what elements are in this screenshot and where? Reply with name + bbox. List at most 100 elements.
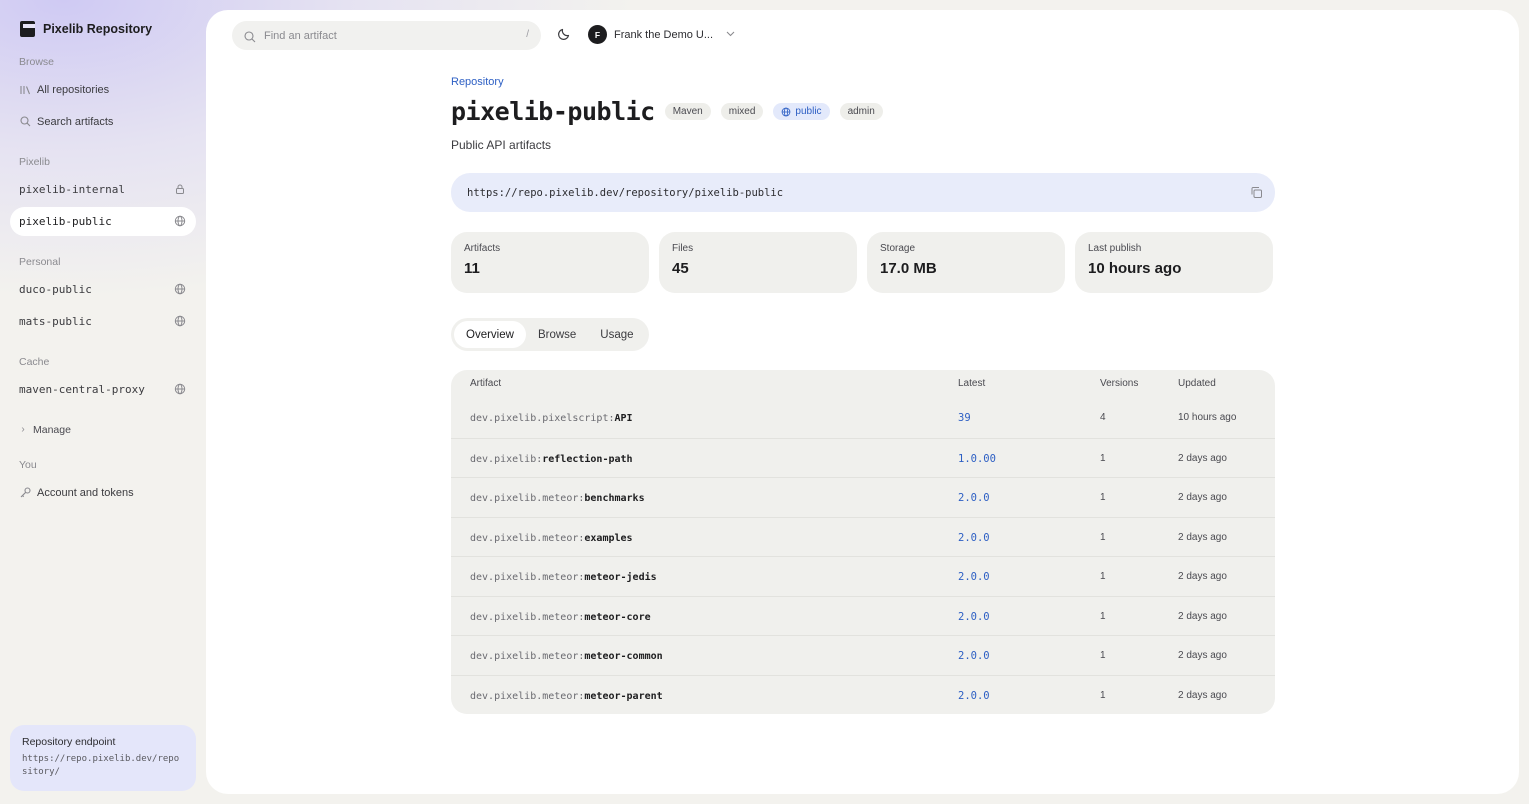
artifact-coordinate[interactable]: dev.pixelib.meteor:meteor-parent [470,690,663,702]
table-row[interactable]: dev.pixelib.meteor:meteor-jedis 2.0.0 1 2 d… [451,556,1275,596]
artifact-name: meteor-common [584,651,663,662]
column-header-updated[interactable]: Updated [1178,378,1216,389]
tab-bar: Overview Browse Usage [451,318,649,351]
versions-count: 1 [1100,689,1106,701]
versions-count: 1 [1100,492,1106,503]
theme-toggle-moon-icon[interactable] [557,27,573,43]
artifact-coordinate[interactable]: dev.pixelib.meteor:meteor-core [470,611,651,623]
artifacts-table: Artifact Latest Versions Updated dev.pix… [451,370,1275,714]
stat-label: Last publish [1088,243,1142,254]
stat-label: Storage [880,243,916,254]
latest-version-link[interactable]: 39 [958,412,971,424]
latest-version-link[interactable]: 2.0.0 [958,650,990,662]
sidebar-item-duco-public[interactable]: duco-public [10,275,196,304]
search-shortcut-hint: / [526,29,529,40]
sidebar-item-account-and-tokens[interactable]: Account and tokens [10,478,196,507]
visibility-label: public [795,106,822,117]
versions-count: 1 [1100,571,1106,582]
manage-toggle[interactable]: › Manage [10,415,196,444]
artifact-name: meteor-core [584,611,651,623]
section-label-personal: Personal [19,256,61,268]
table-row[interactable]: dev.pixelib.meteor:meteor-common 2.0.0 1 2 … [451,635,1275,675]
table-row[interactable]: dev.pixelib.pixelscript:API 39 4 10 hours a… [451,398,1275,438]
format-badge: Maven [664,103,711,120]
stat-value: 10 hours ago [1088,260,1182,277]
table-row[interactable]: dev.pixelib.meteor:meteor-parent 2.0.0 1 2 … [451,674,1275,715]
sidebar-item-label: maven-central-proxy [19,383,145,396]
artifact-coordinate[interactable]: dev.pixelib:reflection-path [470,453,633,465]
repository-logo-icon [20,21,35,37]
table-row[interactable]: dev.pixelib.meteor:benchmarks 2.0.0 1 2 day… [451,477,1275,517]
column-header-latest[interactable]: Latest [958,378,985,389]
artifact-group: dev.pixelib.meteor: [470,651,585,662]
latest-version-link[interactable]: 2.0.0 [958,532,990,544]
latest-version-link[interactable]: 1.0.00 [958,453,996,465]
search-input[interactable] [264,29,514,42]
sidebar-item-label: Manage [33,423,71,436]
sidebar-item-all-repositories[interactable]: All repositories [10,75,196,104]
latest-version-link[interactable]: 2.0.0 [958,611,990,623]
table-row[interactable]: dev.pixelib:reflection-path 1.0.00 1 2 days… [451,437,1275,478]
globe-icon [174,383,186,395]
section-label-browse: Browse [19,56,55,68]
sidebar-item-maven-central-proxy[interactable]: maven-central-proxy [10,375,196,404]
table-row[interactable]: dev.pixelib.meteor:examples 2.0.0 1 2 days … [451,516,1275,557]
artifact-group: dev.pixelib.meteor: [470,493,585,504]
tab-browse[interactable]: Browse [526,321,588,348]
brand[interactable]: Pixelib Repository [20,21,152,37]
repository-url-bar[interactable]: https://repo.pixelib.dev/repository/pixe… [451,173,1275,212]
artifact-coordinate[interactable]: dev.pixelib.meteor:meteor-jedis [470,571,657,583]
tab-overview[interactable]: Overview [454,321,526,348]
endpoint-title: Repository endpoint [22,736,116,748]
globe-icon [174,315,186,327]
versions-count: 1 [1100,650,1106,661]
sidebar-item-label: Account and tokens [37,486,134,499]
artifact-group: dev.pixelib.meteor: [470,572,585,583]
chevron-right-icon: › [21,424,25,435]
section-label-pixelib: Pixelib [19,156,50,168]
table-row[interactable]: dev.pixelib.meteor:meteor-core 2.0.0 1 2 da… [451,595,1275,636]
updated-time: 2 days ago [1178,571,1227,582]
versions-count: 4 [1100,412,1106,423]
breadcrumb[interactable]: Repository [451,76,504,88]
globe-icon [174,215,186,227]
user-name: Frank the Demo U... [614,28,714,41]
artifact-coordinate[interactable]: dev.pixelib.meteor:meteor-common [470,650,663,662]
role-badge: admin [839,103,883,120]
sidebar-item-label: pixelib-public [19,215,112,228]
user-menu[interactable]: F Frank the Demo U... [588,25,735,44]
sidebar-item-pixelib-public[interactable]: pixelib-public [10,207,196,236]
sidebar-item-search-artifacts[interactable]: Search artifacts [10,107,196,136]
search-bar[interactable]: / [232,21,541,50]
artifact-name: API [614,413,633,424]
artifact-group: dev.pixelib.meteor: [470,690,585,702]
repository-url[interactable]: https://repo.pixelib.dev/repository/pixe… [467,187,783,199]
updated-time: 2 days ago [1178,452,1227,464]
sidebar-item-label: pixelib-internal [19,183,125,196]
column-header-versions[interactable]: Versions [1100,378,1138,389]
artifact-group: dev.pixelib.meteor: [470,532,585,544]
endpoint-url[interactable]: https://repo.pixelib.dev/repository/ [22,753,184,779]
brand-title: Pixelib Repository [43,22,153,36]
copy-icon[interactable] [1250,186,1263,199]
mode-badge: mixed [720,103,764,120]
artifact-coordinate[interactable]: dev.pixelib.pixelscript:API [470,412,633,424]
page-title: pixelib-public [451,97,655,126]
repository-endpoint-card: Repository endpoint https://repo.pixelib… [10,725,196,791]
repository-description: Public API artifacts [451,138,552,152]
stat-last-publish: Last publish 10 hours ago [1075,232,1273,293]
tab-usage[interactable]: Usage [588,321,645,348]
stat-label: Artifacts [464,243,501,254]
main-panel: / F Frank the Demo U... Repository pixel… [206,10,1519,794]
latest-version-link[interactable]: 2.0.0 [958,690,990,702]
chevron-down-icon [726,29,735,40]
latest-version-link[interactable]: 2.0.0 [958,571,990,583]
artifact-coordinate[interactable]: dev.pixelib.meteor:benchmarks [470,492,645,504]
column-header-artifact[interactable]: Artifact [470,378,501,389]
stat-value: 45 [672,260,689,277]
latest-version-link[interactable]: 2.0.0 [958,492,990,504]
sidebar-item-mats-public[interactable]: mats-public [10,307,196,336]
sidebar-item-pixelib-internal[interactable]: pixelib-internal [10,175,196,204]
title-row: pixelib-public Maven mixed public admin [451,97,883,126]
artifact-coordinate[interactable]: dev.pixelib.meteor:examples [470,532,633,544]
